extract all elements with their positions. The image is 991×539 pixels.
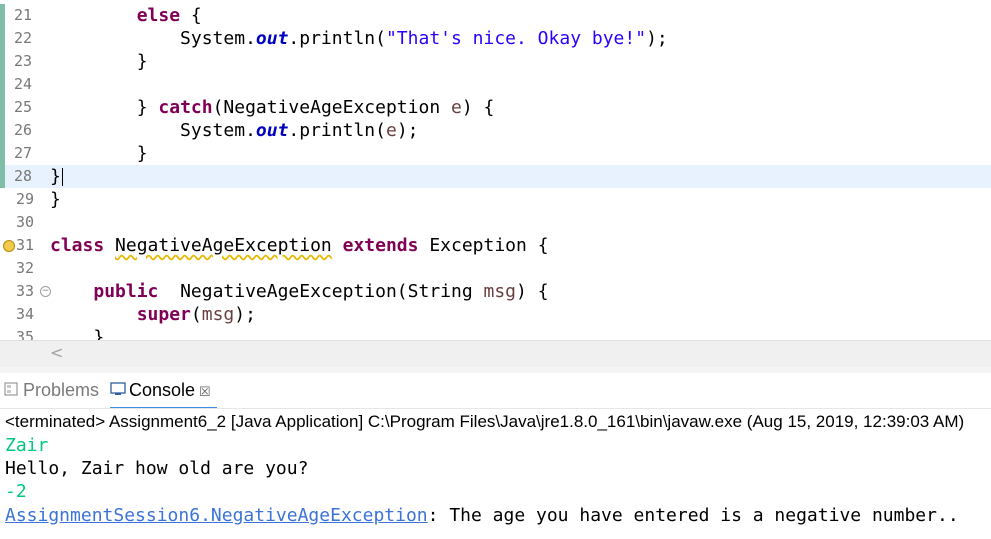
console-icon (110, 374, 126, 408)
code-line[interactable]: 25 } catch(NegativeAgeException e) { (0, 96, 991, 119)
code-line[interactable]: 35 } (0, 326, 991, 340)
line-number: 35 (16, 328, 35, 340)
change-ruler-marker (0, 165, 5, 188)
line-number: 32 (16, 259, 35, 277)
code-text: } catch(NegativeAgeException e) { (136, 97, 495, 118)
line-number: 22 (14, 29, 33, 47)
code-line[interactable]: 32 (0, 257, 991, 280)
line-number: 28 (14, 167, 33, 185)
tab-problems[interactable]: Problems (4, 373, 99, 407)
console-input-line: Zair (5, 435, 49, 456)
exception-message: : The age you have entered is a negative… (427, 505, 959, 526)
code-editor[interactable]: 21 else {22 System.out.println("That's n… (0, 0, 991, 340)
code-line[interactable]: 22 System.out.println("That's nice. Okay… (0, 27, 991, 50)
code-line[interactable]: 30 (0, 211, 991, 234)
line-number: 29 (16, 190, 35, 208)
code-text: } (136, 51, 148, 72)
code-text: } (136, 143, 148, 164)
code-line[interactable]: 27 } (0, 142, 991, 165)
change-ruler-marker (0, 119, 5, 142)
exception-class-link[interactable]: AssignmentSession6.NegativeAgeException (5, 505, 428, 526)
console-exception-line: AssignmentSession6.NegativeAgeException:… (5, 504, 959, 527)
code-text: System.out.println("That's nice. Okay by… (180, 28, 668, 49)
change-ruler-marker (0, 142, 5, 165)
line-number: 30 (16, 213, 35, 231)
line-number: 21 (14, 6, 33, 24)
line-number: 34 (16, 305, 35, 323)
line-number: 24 (14, 75, 33, 93)
console-output[interactable]: Zair Hello, Zair how old are you? -2 Ass… (0, 434, 991, 539)
line-number: 31 (16, 236, 35, 254)
line-number: 27 (14, 144, 33, 162)
code-text: } (50, 189, 61, 210)
code-text: else { (136, 5, 202, 26)
console-status-line: <terminated> Assignment6_2 [Java Applica… (0, 408, 991, 435)
code-line[interactable]: 33− public NegativeAgeException(String m… (0, 280, 991, 303)
code-line[interactable]: 24 (0, 73, 991, 96)
code-line[interactable]: 26 System.out.println(e); (0, 119, 991, 142)
line-number: 23 (14, 52, 33, 70)
tab-console[interactable]: Console ☒ (110, 373, 217, 409)
bottom-panel-tabs: Problems Console ☒ (0, 373, 991, 409)
line-number: 26 (14, 121, 33, 139)
code-line[interactable]: 28} (0, 165, 991, 188)
code-line[interactable]: 29} (0, 188, 991, 211)
code-text: class NegativeAgeException extends Excep… (50, 235, 549, 256)
code-line[interactable]: 23 } (0, 50, 991, 73)
code-text: System.out.println(e); (180, 120, 419, 141)
scroll-left-icon[interactable]: < (50, 343, 63, 362)
change-ruler-marker (0, 50, 5, 73)
console-output-line: Hello, Zair how old are you? (5, 458, 309, 479)
code-line[interactable]: 34 super(msg); (0, 303, 991, 326)
tab-problems-label: Problems (23, 380, 100, 400)
change-ruler-marker (0, 96, 5, 119)
code-text: } (50, 165, 64, 188)
code-text: } (93, 327, 105, 340)
horizontal-scrollbar[interactable]: < (0, 340, 991, 368)
code-line[interactable]: 31 class NegativeAgeException extends Exc… (0, 234, 991, 257)
code-text: super(msg); (136, 304, 256, 325)
code-line[interactable]: 21 else { (0, 4, 991, 27)
line-number: 25 (14, 98, 33, 116)
console-input-line: -2 (5, 481, 27, 502)
close-icon[interactable]: ☒ (199, 384, 211, 399)
tab-console-label: Console (129, 380, 196, 400)
termination-status: <terminated> Assignment6_2 [Java Applica… (5, 412, 965, 431)
problems-icon (4, 374, 20, 408)
text-caret (61, 168, 64, 186)
code-text: public NegativeAgeException(String msg) … (93, 281, 549, 302)
change-ruler-marker (0, 4, 5, 27)
warning-lightbulb-icon[interactable] (3, 240, 15, 252)
change-ruler-marker (0, 27, 5, 50)
change-ruler-marker (0, 73, 5, 96)
